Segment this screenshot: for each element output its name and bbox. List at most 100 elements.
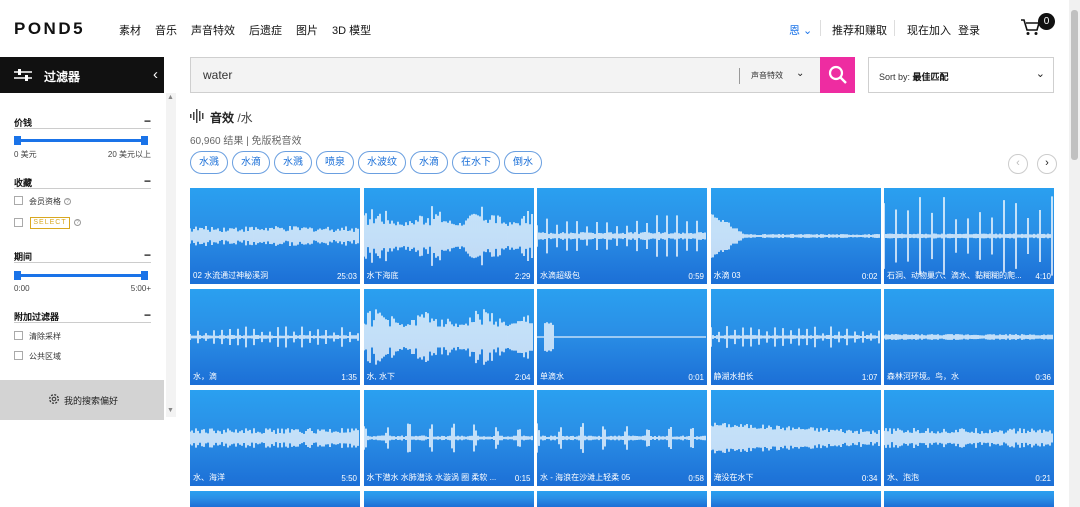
sound-result-tile[interactable]: 森林河环境。鸟，水 0:36 [884, 289, 1054, 385]
join-now-link[interactable]: 现在加入 [907, 22, 951, 38]
tile-duration: 0:21 [1035, 474, 1051, 483]
sound-result-tile[interactable]: 水滴超级包 0:59 [537, 188, 707, 284]
nav-3d-models[interactable]: 3D 模型 [332, 22, 371, 38]
sound-result-tile[interactable]: 水下海底 2:29 [363, 188, 534, 284]
duration-slider[interactable] [14, 271, 148, 280]
nav-after-effects[interactable]: 后遗症 [249, 22, 282, 38]
nav-music[interactable]: 音乐 [155, 22, 177, 38]
sound-result-tile[interactable]: 水、泡泡 0:21 [884, 390, 1054, 486]
tile-title: 石洞、动物巢穴、滴水、黏糊糊的爬... [887, 271, 1022, 280]
clear-samples-label: 清除采样 [29, 332, 61, 341]
filter-sidebar: 过滤器 ‹ ▲ ▼ 价钱 − 0 美元 20 美元以上 收藏 − 会员资格? S… [0, 57, 176, 507]
tile-title: 森林河环境。鸟，水 [887, 372, 959, 381]
chevron-down-icon: ⌄ [800, 25, 813, 37]
tile-title: 水、海洋 [193, 473, 225, 482]
collapse-minus-icon[interactable]: − [144, 308, 151, 322]
sound-result-tile[interactable]: 02 水流通过神秘溪洞 25:03 [190, 188, 360, 284]
sound-result-tile[interactable] [710, 491, 881, 507]
tags-next-button[interactable]: › [1037, 154, 1057, 174]
sort-dropdown[interactable]: Sort by: 最佳匹配 ⌄ [868, 57, 1054, 93]
select-badge: SELECT [30, 217, 70, 229]
collapse-minus-icon[interactable]: − [144, 114, 151, 128]
scroll-up-icon[interactable]: ▲ [167, 94, 174, 101]
tile-duration: 0:01 [688, 373, 704, 382]
tag-chip[interactable]: 水滴 [410, 151, 448, 174]
sound-result-tile[interactable] [363, 491, 534, 507]
tile-duration: 0:02 [861, 272, 878, 281]
sound-result-tile[interactable] [884, 491, 1054, 507]
divider [739, 68, 740, 84]
login-link[interactable]: 登录 [958, 22, 980, 38]
clear-samples-checkbox[interactable] [14, 331, 23, 340]
sound-result-tile[interactable]: 静湖水拍长 1:07 [710, 289, 881, 385]
tile-duration: 0:34 [861, 474, 878, 483]
language-selector[interactable]: 恩 ⌄ [789, 22, 812, 38]
search-input[interactable] [203, 68, 703, 82]
tag-chip[interactable]: 喷泉 [316, 151, 354, 174]
sound-result-tile[interactable]: 水下潜水 水肺潜泳 水漩涡 圈 柔软 ... 0:15 [363, 390, 534, 486]
slider-handle-min[interactable] [14, 271, 21, 280]
search-category-select[interactable]: 声音特效 [751, 70, 783, 81]
collapse-chevron-icon[interactable]: ‹ [153, 66, 158, 83]
divider [820, 20, 821, 36]
tile-title: 水、泡泡 [887, 473, 919, 482]
collapse-minus-icon[interactable]: − [144, 248, 151, 262]
sound-result-tile[interactable]: 石洞、动物巢穴、滴水、黏糊糊的爬... 4:10 [884, 188, 1054, 284]
slider-handle-max[interactable] [141, 136, 148, 145]
nav-footage[interactable]: 素材 [119, 22, 141, 38]
divider [894, 20, 895, 36]
page-scrollbar[interactable] [1069, 0, 1080, 507]
tile-duration: 0:15 [514, 474, 531, 483]
nav-sound-effects[interactable]: 声音特效 [191, 22, 235, 38]
public-domain-checkbox[interactable] [14, 351, 23, 360]
tile-duration: 4:10 [1035, 272, 1051, 281]
filter-header[interactable]: 过滤器 ‹ [0, 57, 164, 93]
sound-result-tile[interactable]: 水滴 03 0:02 [710, 188, 881, 284]
slider-handle-max[interactable] [141, 271, 148, 280]
search-icon [828, 65, 847, 84]
breadcrumb: /水 [234, 111, 253, 125]
sliders-icon [14, 69, 32, 81]
tag-chip[interactable]: 倒水 [504, 151, 542, 174]
collapse-minus-icon[interactable]: − [144, 174, 151, 188]
results-count: 60,960 结果 | 免版税音效 [190, 136, 302, 147]
tag-chip[interactable]: 水溅 [274, 151, 312, 174]
main-nav: 素材 音乐 声音特效 后遗症 图片 3D 模型 [119, 22, 371, 38]
search-preferences-label: 我的搜索偏好 [64, 396, 119, 406]
sidebar-scrollbar[interactable]: ▲ ▼ [166, 93, 176, 417]
tag-chip[interactable]: 水滴 [232, 151, 270, 174]
price-slider[interactable] [14, 136, 148, 145]
refer-and-earn-link[interactable]: 推荐和赚取 [832, 22, 887, 38]
help-icon[interactable]: ? [74, 219, 81, 226]
sound-result-tile[interactable]: 水、海洋 5:50 [190, 390, 360, 486]
tag-chip[interactable]: 水波纹 [358, 151, 406, 174]
select-checkbox[interactable] [14, 218, 23, 227]
slider-handle-min[interactable] [14, 136, 21, 145]
cart-count-badge: 0 [1038, 13, 1055, 30]
chevron-down-icon[interactable]: ⌄ [796, 68, 804, 79]
help-icon[interactable]: ? [64, 198, 71, 206]
sound-result-tile[interactable]: 淹没在水下 0:34 [710, 390, 881, 486]
sort-label: Sort by: 最佳匹配 [879, 72, 949, 82]
sound-result-tile[interactable]: 单滴水 0:01 [537, 289, 707, 385]
scrollbar-thumb[interactable] [1071, 10, 1078, 160]
sound-result-tile[interactable]: 水，滴 1:35 [190, 289, 360, 385]
pond5-logo[interactable]: POND5 [14, 19, 85, 39]
sound-result-tile[interactable] [537, 491, 707, 507]
search-preferences-button[interactable]: 我的搜索偏好 [0, 380, 164, 420]
divider [14, 128, 151, 129]
tag-chip[interactable]: 水溅 [190, 151, 228, 174]
scroll-down-icon[interactable]: ▼ [167, 407, 174, 414]
sort-value: 最佳匹配 [912, 72, 949, 82]
nav-images[interactable]: 图片 [296, 22, 318, 38]
membership-checkbox[interactable] [14, 196, 23, 205]
sound-result-tile[interactable] [190, 491, 360, 507]
tag-chip[interactable]: 在水下 [452, 151, 500, 174]
tags-prev-button[interactable]: ‹ [1008, 154, 1028, 174]
sound-result-tile[interactable]: 水 - 海浪在沙滩上轻柔 05 0:58 [537, 390, 707, 486]
duration-max-label: 5:00+ [130, 284, 151, 293]
related-tags: 水溅 水滴 水溅 喷泉 水波纹 水滴 在水下 倒水 [190, 151, 542, 174]
duration-min-label: 0:00 [14, 284, 30, 293]
search-button[interactable] [820, 57, 855, 93]
sound-result-tile[interactable]: 水, 水下 2:04 [363, 289, 534, 385]
